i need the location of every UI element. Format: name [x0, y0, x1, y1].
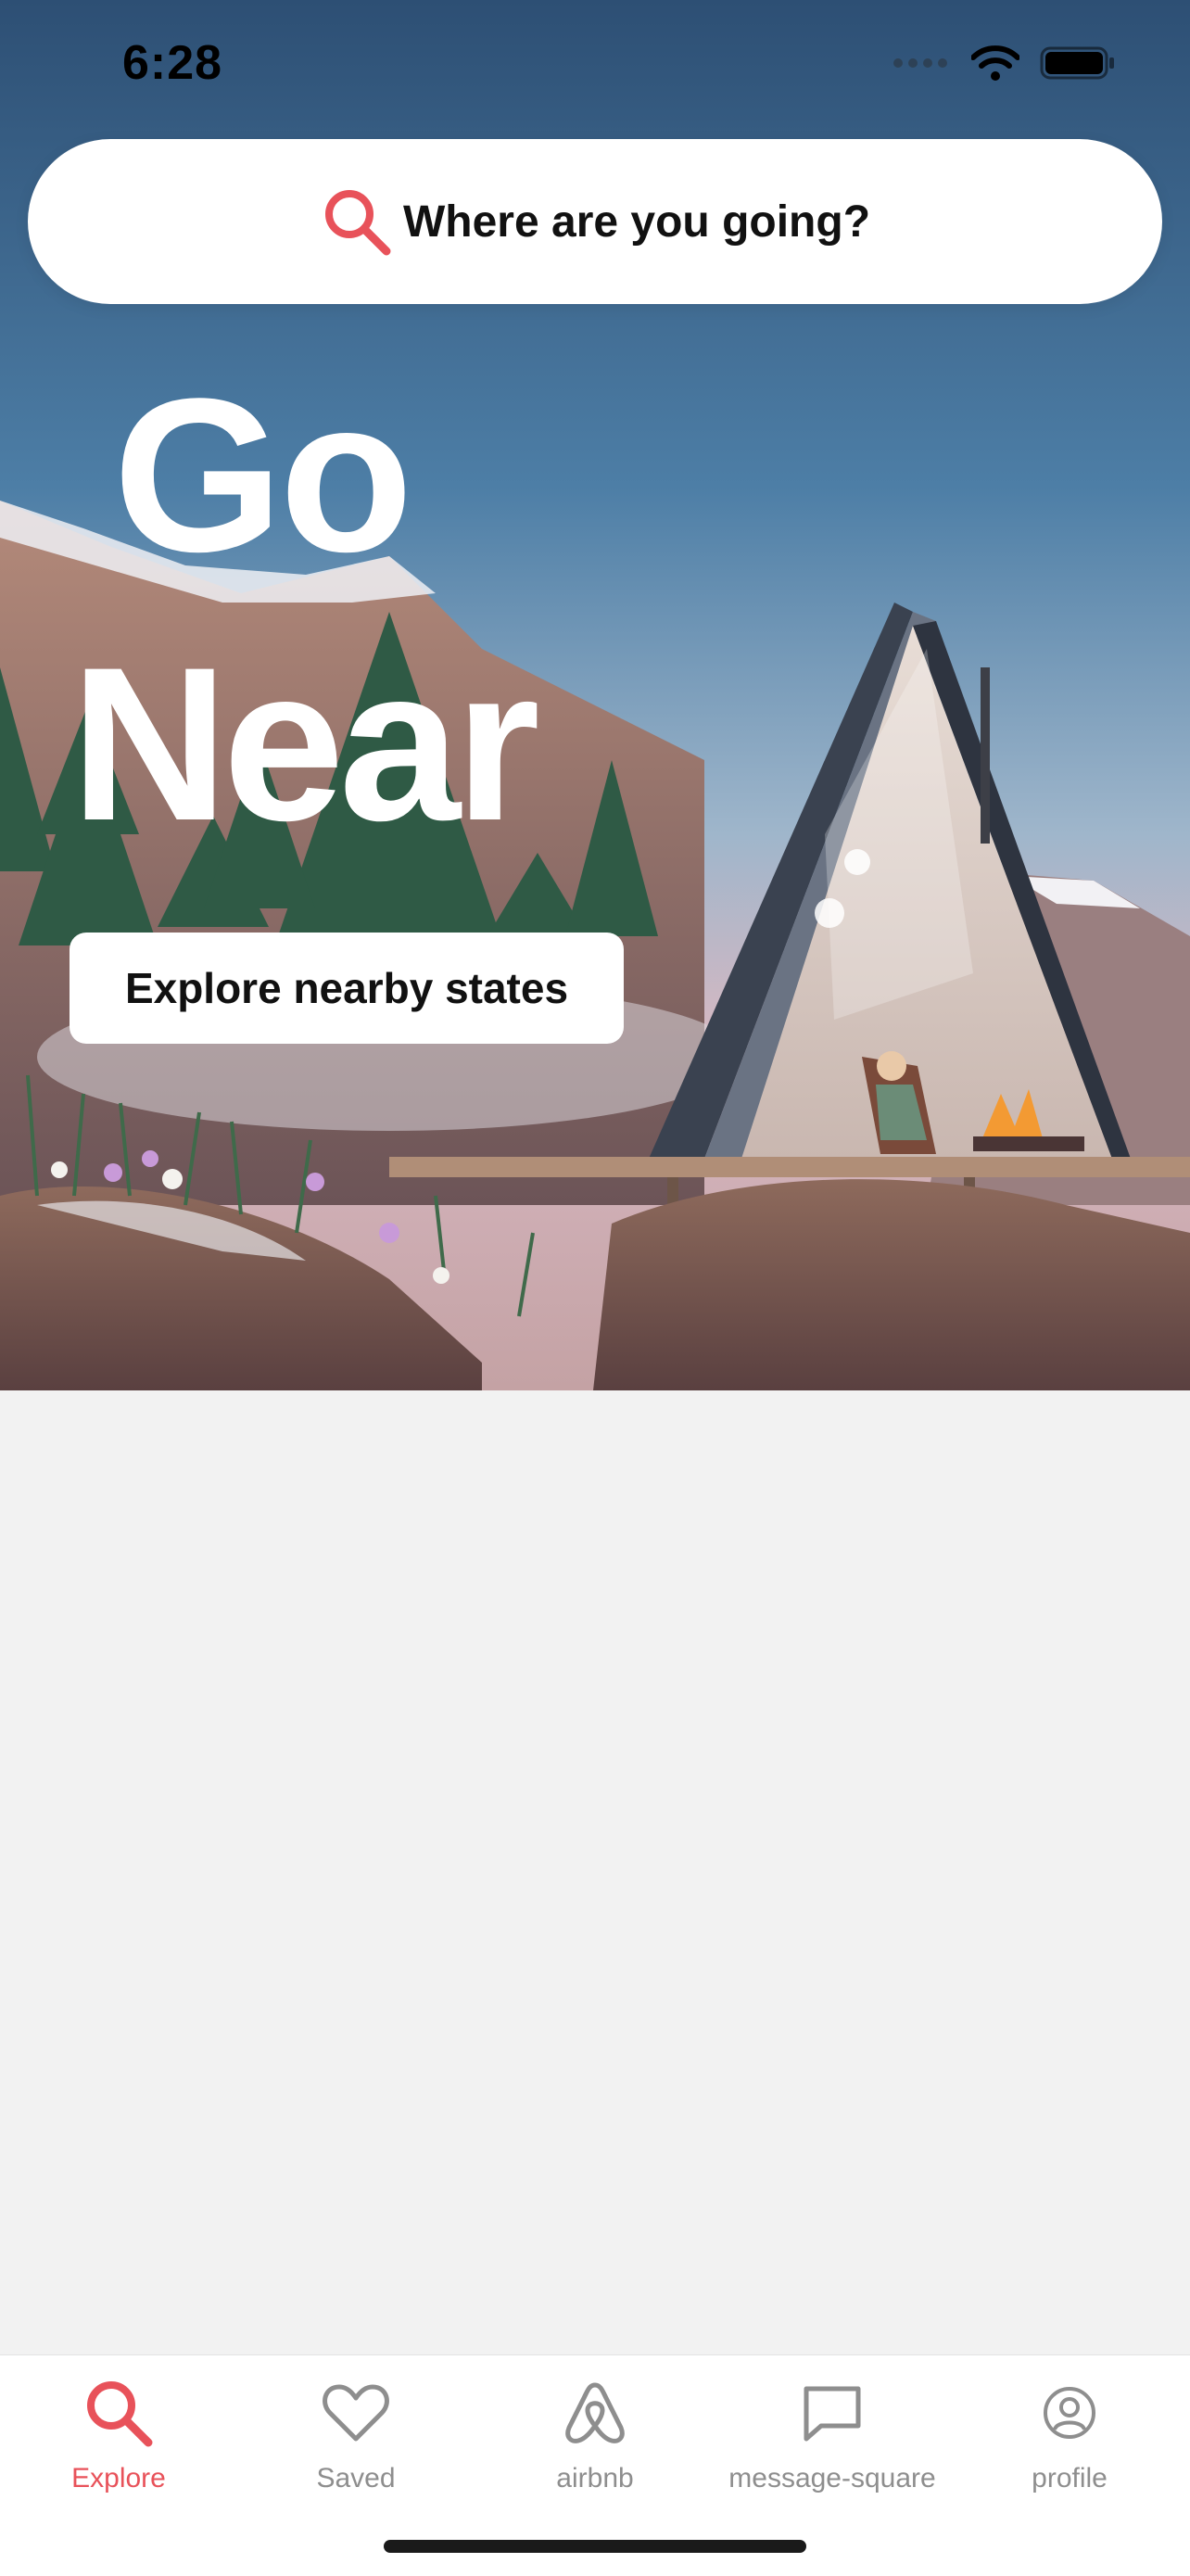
status-icons — [892, 44, 1116, 82]
tab-profile[interactable]: profile — [951, 2376, 1188, 2524]
explore-nearby-button[interactable]: Explore nearby states — [70, 933, 624, 1044]
tab-airbnb[interactable]: airbnb — [476, 2376, 714, 2524]
hero-banner: 6:28 Where are you going? Go Near Explor… — [0, 0, 1190, 1390]
tab-saved[interactable]: Saved — [237, 2376, 475, 2524]
hero-title-line2: Near — [70, 622, 540, 867]
cellular-signal-icon — [893, 58, 947, 68]
message-square-icon — [795, 2376, 869, 2450]
search-icon — [82, 2376, 156, 2450]
search-placeholder: Where are you going? — [402, 197, 871, 247]
battery-icon — [1040, 46, 1114, 80]
tab-label: airbnb — [556, 2463, 634, 2494]
tab-explore[interactable]: Explore — [0, 2376, 237, 2524]
airbnb-logo-icon — [558, 2376, 632, 2450]
hero-title-line1: Go — [113, 353, 413, 598]
status-time: 6:28 — [122, 36, 223, 90]
tab-label: Saved — [316, 2463, 396, 2494]
profile-icon — [1032, 2376, 1107, 2450]
tab-label: message-square — [728, 2463, 936, 2494]
tab-label: Explore — [71, 2463, 166, 2494]
tab-label: profile — [1032, 2463, 1108, 2494]
wifi-icon — [971, 45, 1019, 81]
tab-messages[interactable]: message-square — [714, 2376, 951, 2524]
home-indicator — [384, 2540, 806, 2553]
search-bar[interactable]: Where are you going? — [28, 139, 1162, 304]
search-icon — [324, 190, 391, 256]
heart-icon — [319, 2376, 393, 2450]
